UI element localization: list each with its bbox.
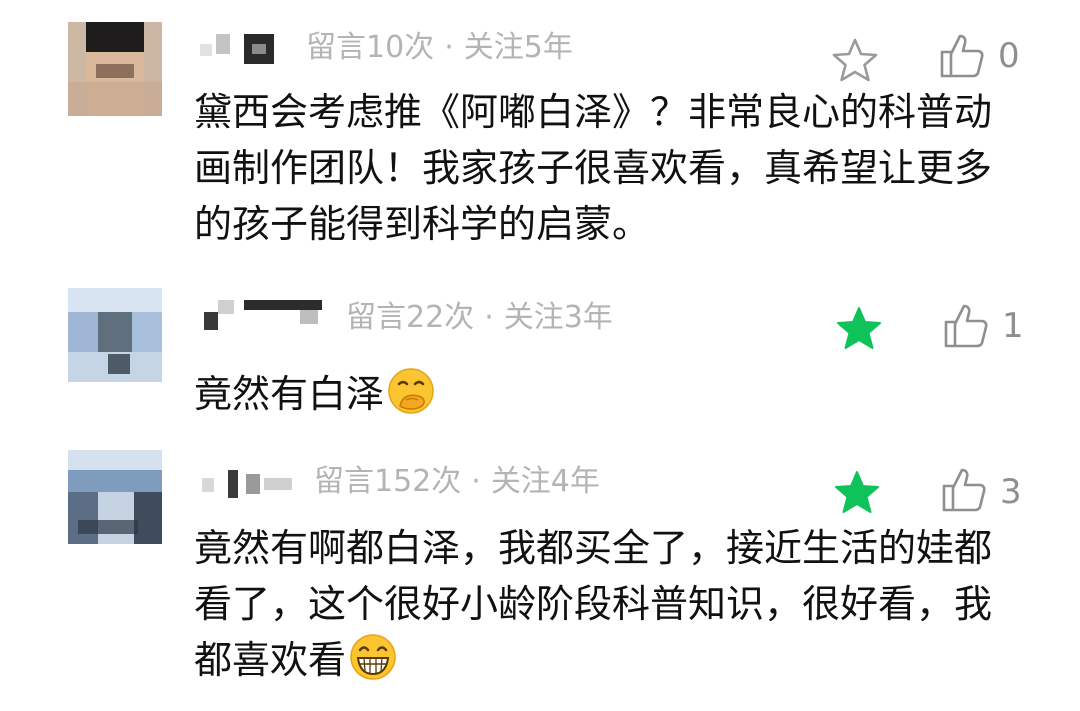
follow-duration: 关注5年 bbox=[463, 30, 573, 65]
message-count: 留言10次 bbox=[306, 30, 435, 65]
username-blurred[interactable] bbox=[200, 34, 280, 64]
comment-body: 黛西会考虑推《阿嘟白泽》？非常良心的科普动画制作团队！我家孩子很喜欢看，真希望让… bbox=[194, 90, 993, 246]
meta-separator: · bbox=[444, 30, 454, 65]
comment-text: 黛西会考虑推《阿嘟白泽》？非常良心的科普动画制作团队！我家孩子很喜欢看，真希望让… bbox=[194, 84, 1024, 252]
like-count: 3 bbox=[1000, 472, 1022, 512]
meta-separator: · bbox=[484, 300, 494, 335]
avatar[interactable] bbox=[68, 22, 162, 116]
follow-duration: 关注4年 bbox=[490, 464, 600, 499]
like-count: 1 bbox=[1002, 306, 1024, 346]
like-count: 0 bbox=[998, 36, 1020, 76]
comment-meta: 留言10次 · 关注5年 bbox=[306, 28, 573, 68]
avatar[interactable] bbox=[68, 450, 162, 544]
meta-separator: · bbox=[471, 464, 481, 499]
comment-text: 竟然有啊都白泽，我都买全了，接近生活的娃都看了，这个很好小龄阶段科普知识，很好看… bbox=[194, 520, 1024, 688]
thumbs-up-icon[interactable] bbox=[936, 30, 988, 82]
star-filled-icon[interactable] bbox=[834, 304, 884, 354]
star-outline-icon[interactable] bbox=[830, 36, 880, 86]
grinning-emoji bbox=[348, 632, 398, 682]
comment-body: 竟然有白泽 bbox=[194, 372, 385, 416]
comment-meta: 留言152次 · 关注4年 bbox=[314, 462, 600, 502]
star-filled-icon[interactable] bbox=[832, 468, 882, 518]
thumbs-up-icon[interactable] bbox=[940, 300, 992, 352]
follow-duration: 关注3年 bbox=[503, 300, 613, 335]
username-blurred[interactable] bbox=[204, 300, 324, 330]
message-count: 留言152次 bbox=[314, 464, 462, 499]
hand-over-mouth-emoji bbox=[386, 366, 436, 416]
avatar[interactable] bbox=[68, 288, 162, 382]
username-blurred[interactable] bbox=[202, 470, 298, 500]
comment-text: 竟然有白泽 bbox=[194, 366, 1024, 422]
message-count: 留言22次 bbox=[346, 300, 475, 335]
thumbs-up-icon[interactable] bbox=[938, 464, 990, 516]
comment-body: 竟然有啊都白泽，我都买全了，接近生活的娃都看了，这个很好小龄阶段科普知识，很好看… bbox=[194, 526, 993, 682]
comment-meta: 留言22次 · 关注3年 bbox=[346, 298, 613, 338]
